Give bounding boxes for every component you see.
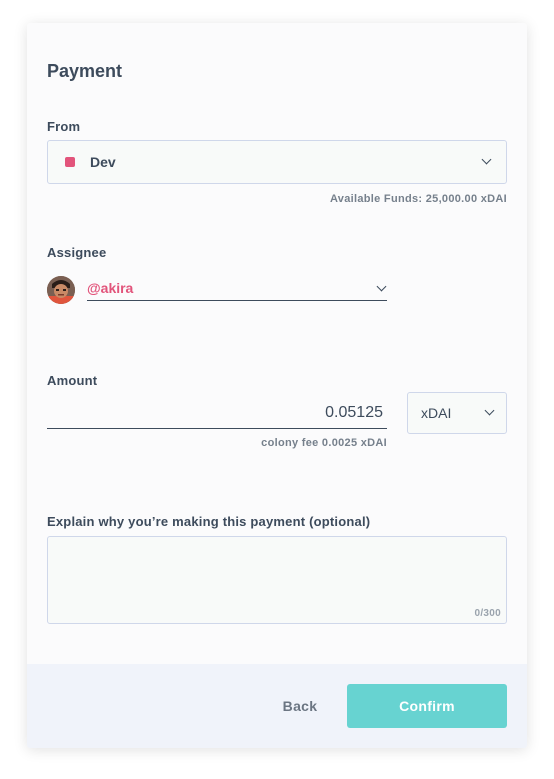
back-button[interactable]: Back [275, 694, 325, 718]
amount-label: Amount [47, 373, 98, 388]
from-team-value: Dev [90, 154, 116, 170]
chevron-down-icon [376, 281, 387, 292]
dialog-title: Payment [47, 61, 123, 81]
assignee-label: Assignee [47, 245, 107, 260]
chevron-down-icon [481, 154, 492, 165]
payment-dialog: Payment From Dev Available Funds: 25,000… [27, 23, 527, 748]
team-color-dot [65, 157, 75, 167]
user-avatar-icon [47, 276, 75, 304]
amount-value: 0.05125 [325, 404, 383, 421]
annotation-textarea[interactable]: 0/300 [47, 536, 507, 624]
dialog-footer: Back Confirm [27, 664, 527, 748]
token-value: xDAI [421, 405, 452, 421]
amount-input[interactable]: 0.05125 [47, 398, 387, 429]
character-counter: 0/300 [474, 608, 501, 619]
annotation-label: Explain why you’re making this payment (… [47, 514, 371, 529]
available-funds: Available Funds: 25,000.00 xDAI [329, 193, 507, 205]
from-team-select[interactable]: Dev [47, 140, 507, 184]
chevron-down-icon [484, 405, 495, 416]
colony-fee: colony fee 0.0025 xDAI [261, 437, 387, 449]
confirm-button[interactable]: Confirm [347, 684, 507, 728]
token-select[interactable]: xDAI [407, 392, 507, 434]
assignee-select[interactable]: @akira [87, 277, 387, 301]
assignee-value: @akira [87, 280, 134, 296]
from-label: From [47, 119, 81, 134]
